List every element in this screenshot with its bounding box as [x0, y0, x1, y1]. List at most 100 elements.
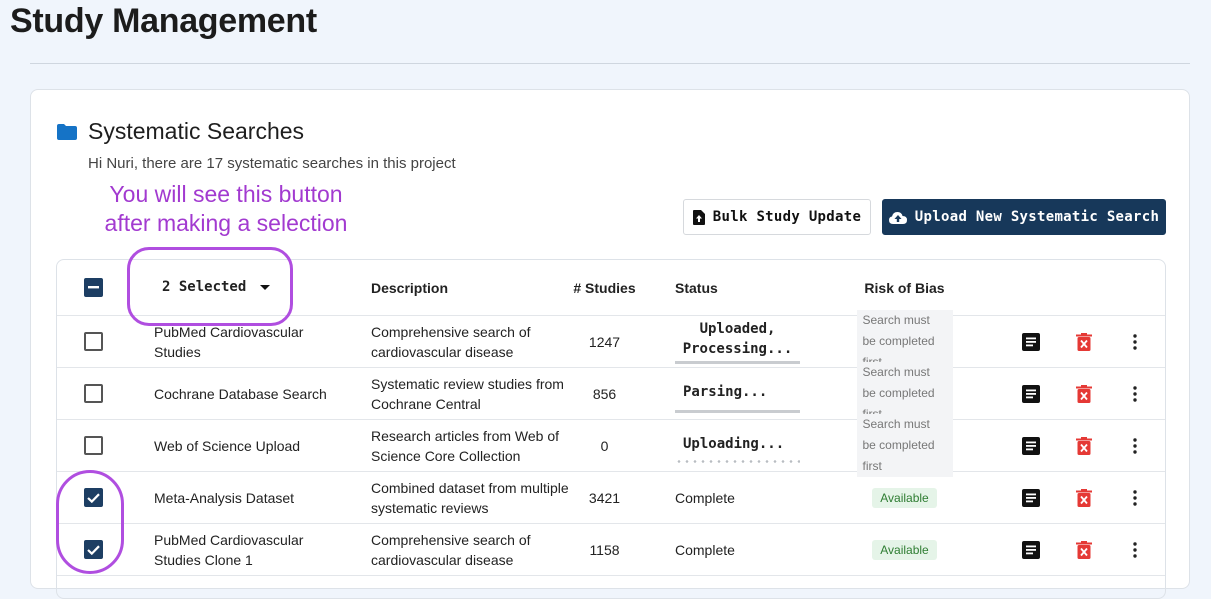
row-checkbox[interactable] [83, 436, 103, 455]
row-check-cell [82, 420, 104, 471]
rob-available-badge[interactable]: Available [872, 487, 937, 508]
row-doc-cell [1019, 524, 1043, 575]
row-more-cell [1123, 524, 1147, 575]
row-name: Meta-Analysis Dataset [154, 489, 295, 506]
row-description: Comprehensive search of cardiovascular d… [371, 531, 531, 568]
row-rob-cell: Search must be completed first [837, 310, 972, 373]
file-upload-icon [692, 209, 705, 225]
header-risk-of-bias[interactable]: Risk of Bias [837, 260, 972, 315]
row-doc-cell [1019, 420, 1043, 471]
row-status-cell: Parsing... [675, 368, 825, 419]
more-vert-icon[interactable] [1133, 385, 1137, 402]
chevron-down-icon [260, 284, 271, 290]
row-status: Parsing... [683, 384, 768, 400]
row-status: Complete [675, 489, 735, 506]
card-title: Systematic Searches [88, 118, 305, 144]
searches-table: 2 Selected Description # Studies Status … [56, 259, 1166, 599]
row-more-cell [1123, 316, 1147, 367]
row-description: Systematic review studies from Cochrane … [371, 375, 564, 412]
row-description: Combined dataset from multiple systemati… [371, 479, 569, 516]
row-checkbox[interactable] [83, 488, 103, 507]
more-vert-icon[interactable] [1133, 541, 1137, 558]
row-delete-cell [1072, 420, 1096, 471]
title-divider [30, 63, 1190, 64]
table-row[interactable]: Cochrane Database Search Systematic revi… [57, 362, 1165, 425]
delete-icon[interactable] [1076, 332, 1092, 351]
row-studies: 1158 [589, 541, 620, 558]
selected-count-label: 2 Selected [162, 279, 247, 295]
document-icon[interactable] [1022, 332, 1040, 351]
row-description: Comprehensive search of cardiovascular d… [371, 323, 531, 360]
upload-new-search-label: Upload New Systematic Search [914, 209, 1160, 225]
row-name: Cochrane Database Search [154, 385, 327, 402]
card-header: Systematic Searches [56, 118, 304, 145]
row-doc-cell [1019, 472, 1043, 523]
selected-dropdown[interactable]: 2 Selected [162, 279, 271, 295]
row-status: Complete [675, 541, 735, 558]
row-delete-cell [1072, 316, 1096, 367]
table-row[interactable]: Web of Science Upload Research articles … [57, 414, 1165, 477]
row-rob-cell: Search must be completed first [837, 362, 972, 425]
cloud-upload-icon [888, 211, 907, 224]
row-delete-cell [1072, 368, 1096, 419]
document-icon[interactable] [1022, 488, 1040, 507]
row-name: PubMed Cardiovascular Studies Clone 1 [154, 531, 304, 568]
header-description[interactable]: Description [371, 260, 571, 315]
document-icon[interactable] [1022, 384, 1040, 403]
bulk-study-update-label: Bulk Study Update [712, 209, 862, 225]
row-more-cell [1123, 368, 1147, 419]
row-status-cell: Uploading... [675, 420, 825, 471]
more-vert-icon[interactable] [1133, 489, 1137, 506]
row-name: Web of Science Upload [154, 437, 301, 454]
row-status: Uploading... [683, 436, 785, 452]
row-delete-cell [1072, 524, 1096, 575]
row-rob-cell: Available [837, 524, 972, 575]
header-status[interactable]: Status [675, 260, 825, 315]
row-check-cell [82, 368, 104, 419]
indeterminate-icon [87, 286, 99, 289]
delete-icon[interactable] [1076, 540, 1092, 559]
annotation-text: You will see this button after making a … [96, 180, 356, 238]
row-more-cell [1123, 472, 1147, 523]
header-studies[interactable]: # Studies [557, 260, 652, 315]
delete-icon[interactable] [1076, 488, 1092, 507]
row-doc-cell [1019, 368, 1043, 419]
row-description: Research articles from Web of Science Co… [371, 427, 560, 464]
document-icon[interactable] [1022, 436, 1040, 455]
rob-available-badge[interactable]: Available [872, 539, 937, 560]
upload-new-search-button[interactable]: Upload New Systematic Search [882, 199, 1166, 235]
document-icon[interactable] [1022, 540, 1040, 559]
annotation-line-1: You will see this button [109, 181, 343, 207]
more-vert-icon[interactable] [1133, 437, 1137, 454]
row-checkbox[interactable] [83, 384, 103, 403]
row-delete-cell [1072, 472, 1096, 523]
row-more-cell [1123, 420, 1147, 471]
check-icon [86, 544, 100, 555]
page-title: Study Management [10, 2, 317, 40]
rob-pending-badge: Search must be completed first [856, 414, 953, 477]
status-progress-dots [675, 460, 800, 463]
delete-icon[interactable] [1076, 436, 1092, 455]
row-check-cell [82, 316, 104, 367]
row-studies: 0 [600, 437, 609, 454]
table-header-row: 2 Selected Description # Studies Status … [57, 260, 1165, 316]
row-check-cell [82, 524, 104, 575]
row-status-cell: Uploaded, Processing... [675, 316, 825, 367]
folder-icon [57, 123, 77, 140]
bulk-study-update-button[interactable]: Bulk Study Update [683, 199, 871, 235]
row-checkbox[interactable] [83, 540, 103, 559]
table-row[interactable]: Meta-Analysis Dataset Combined dataset f… [57, 472, 1165, 524]
row-name: PubMed Cardiovascular Studies [154, 323, 304, 360]
more-vert-icon[interactable] [1133, 333, 1137, 350]
row-doc-cell [1019, 316, 1043, 367]
status-progress-bar [675, 361, 800, 364]
table-row[interactable]: PubMed Cardiovascular Studies Comprehens… [57, 310, 1165, 373]
check-icon [86, 492, 100, 503]
table-row[interactable]: PubMed Cardiovascular Studies Clone 1 Co… [57, 524, 1165, 576]
row-checkbox[interactable] [83, 332, 103, 351]
card-subtitle: Hi Nuri, there are 17 systematic searche… [88, 155, 456, 172]
delete-icon[interactable] [1076, 384, 1092, 403]
row-studies: 3421 [588, 489, 621, 506]
row-studies: 1247 [588, 333, 621, 350]
select-all-checkbox[interactable] [83, 278, 103, 297]
